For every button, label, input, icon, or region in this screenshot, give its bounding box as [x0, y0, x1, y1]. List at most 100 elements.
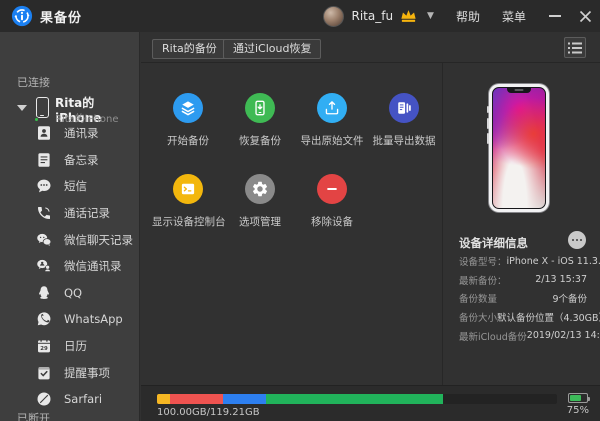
sms-icon: [36, 178, 52, 194]
username: Rita_fu: [351, 9, 394, 23]
action-label: 批量导出数据: [372, 135, 436, 147]
options-button[interactable]: 选项管理: [224, 174, 296, 229]
tab-icloud-restore[interactable]: 通过iCloud恢复: [223, 39, 322, 59]
sidebar-item-notes[interactable]: 备忘录: [0, 147, 140, 174]
action-label: 恢复备份: [239, 135, 281, 147]
sidebar-item-label: QQ: [64, 285, 83, 300]
export-files-button[interactable]: 导出原始文件: [296, 93, 368, 148]
titlebar: 果备份 Rita_fu ▼ 帮助 菜单: [0, 0, 600, 32]
tabbar: Rita的备份 通过iCloud恢复: [141, 32, 600, 63]
storage-segment: [222, 394, 267, 404]
disconnected-label: 已断开: [17, 412, 50, 421]
safari-icon: [36, 391, 52, 407]
sidebar-item-label: 备忘录: [64, 152, 99, 167]
expand-caret-icon[interactable]: [17, 105, 27, 111]
action-label: 选项管理: [239, 216, 281, 228]
more-options-button[interactable]: [568, 231, 586, 249]
storage-segment: [170, 394, 223, 404]
action-label: 显示设备控制台: [152, 216, 226, 228]
contacts-icon: [36, 125, 52, 141]
console-icon: [181, 183, 195, 195]
start-backup-button[interactable]: 开始备份: [152, 93, 224, 148]
sidebar-item-label: 微信聊天记录: [64, 232, 133, 247]
gear-icon: [252, 181, 268, 197]
sidebar-item-wechat-chat[interactable]: 微信聊天记录: [0, 226, 140, 253]
action-label: 移除设备: [311, 216, 353, 228]
main-menu[interactable]: 菜单: [502, 8, 526, 25]
sidebar-item-sms[interactable]: 短信: [0, 173, 140, 200]
svg-text:29: 29: [40, 346, 48, 352]
info-row-backup-size: 备份大小 默认备份位置（4.30GB）: [459, 313, 600, 325]
help-menu[interactable]: 帮助: [456, 8, 480, 25]
device-panel: 设备详细信息 设备型号： iPhone X - iOS 11.3.3 最新备份：…: [442, 63, 600, 385]
sidebar: 已连接 Rita的iPhone Rita的iPhone 通讯录 备忘录 短信 通…: [0, 32, 140, 421]
action-label: 开始备份: [167, 135, 209, 147]
wechat-contacts-icon: [36, 258, 52, 274]
whatsapp-icon: [36, 311, 52, 327]
sidebar-item-calendar[interactable]: 29 日历: [0, 333, 140, 360]
sidebar-item-reminders[interactable]: 提醒事项: [0, 359, 140, 386]
list-view-button[interactable]: [564, 37, 586, 58]
device-phone-icon: [36, 97, 49, 118]
export-tray-icon: [325, 101, 339, 115]
sidebar-item-label: 微信通讯录: [64, 259, 122, 274]
layers-icon: [181, 101, 195, 116]
user-menu-caret-icon[interactable]: ▼: [427, 11, 434, 21]
storage-segment: [157, 394, 171, 404]
battery-icon: [568, 393, 590, 403]
sidebar-item-label: WhatsApp: [64, 312, 123, 327]
minimize-button[interactable]: [540, 0, 570, 32]
qq-icon: [36, 285, 52, 301]
notes-icon: [36, 152, 52, 168]
device-console-button[interactable]: 显示设备控制台: [152, 174, 226, 229]
iphone-notch: [507, 88, 531, 93]
sidebar-item-call-log[interactable]: 通话记录: [0, 200, 140, 227]
vip-crown-icon: [401, 10, 416, 22]
info-row-icloud-backup: 最新iCloud备份 2019/02/13 14:00: [459, 330, 600, 343]
tab-local-backup[interactable]: Rita的备份: [152, 39, 227, 59]
sidebar-item-contacts[interactable]: 通讯录: [0, 120, 140, 147]
app-logo-icon: [11, 5, 33, 27]
app-title: 果备份: [40, 10, 83, 26]
iphone-screen: [492, 87, 546, 209]
device-info-header: 设备详细信息: [459, 236, 528, 250]
app-window: 果备份 Rita_fu ▼ 帮助 菜单 已连接 Rita的iPhone Rita…: [0, 0, 600, 421]
action-label: 导出原始文件: [300, 135, 364, 147]
close-button[interactable]: [570, 0, 600, 32]
device-info-rows: 设备型号： iPhone X - iOS 11.3.3 最新备份： 2/13 1…: [443, 252, 600, 345]
sidebar-item-label: 短信: [64, 179, 87, 194]
sidebar-item-label: 通讯录: [64, 126, 99, 141]
iphone-preview-image: [487, 84, 549, 212]
battery-percent: 75%: [566, 405, 589, 416]
batch-export-button[interactable]: 批量导出数据: [368, 93, 440, 148]
restore-backup-button[interactable]: 恢复备份: [224, 93, 296, 148]
storage-segment: [266, 394, 443, 404]
minus-icon: [327, 188, 337, 190]
list-view-icon: [568, 42, 582, 53]
sidebar-item-label: 提醒事项: [64, 365, 110, 380]
sidebar-item-safari[interactable]: Sarfari: [0, 386, 140, 413]
sidebar-list: 通讯录 备忘录 短信 通话记录 微信聊天记录 微信通讯录 QQ WhatsApp…: [0, 120, 140, 413]
calendar-icon: 29: [36, 338, 52, 354]
status-bar: 100.00GB/119.21GB 75%: [141, 385, 600, 421]
sidebar-item-whatsapp[interactable]: WhatsApp: [0, 306, 140, 333]
sidebar-item-label: 日历: [64, 339, 87, 354]
reminders-icon: [36, 365, 52, 381]
info-row-backup-count: 备份数量 9个备份: [459, 294, 587, 306]
sidebar-item-wechat-contacts[interactable]: 微信通讯录: [0, 253, 140, 280]
storage-usage-bar: [157, 394, 557, 404]
info-row-model: 设备型号： iPhone X - iOS 11.3.3: [459, 255, 600, 269]
storage-text: 100.00GB/119.21GB: [157, 407, 260, 418]
call-log-icon: [36, 205, 52, 221]
info-row-latest-backup: 最新备份： 2/13 15:37: [459, 274, 587, 287]
user-avatar[interactable]: [323, 5, 345, 27]
batch-data-icon: [398, 102, 411, 114]
wechat-chat-icon: [36, 232, 52, 248]
sidebar-item-label: Sarfari: [64, 392, 103, 407]
connected-label: 已连接: [17, 76, 50, 89]
remove-device-button[interactable]: 移除设备: [296, 174, 368, 229]
close-icon: [579, 10, 591, 22]
phone-restore-icon: [255, 100, 265, 116]
sidebar-item-label: 通话记录: [64, 206, 110, 221]
sidebar-item-qq[interactable]: QQ: [0, 280, 140, 307]
